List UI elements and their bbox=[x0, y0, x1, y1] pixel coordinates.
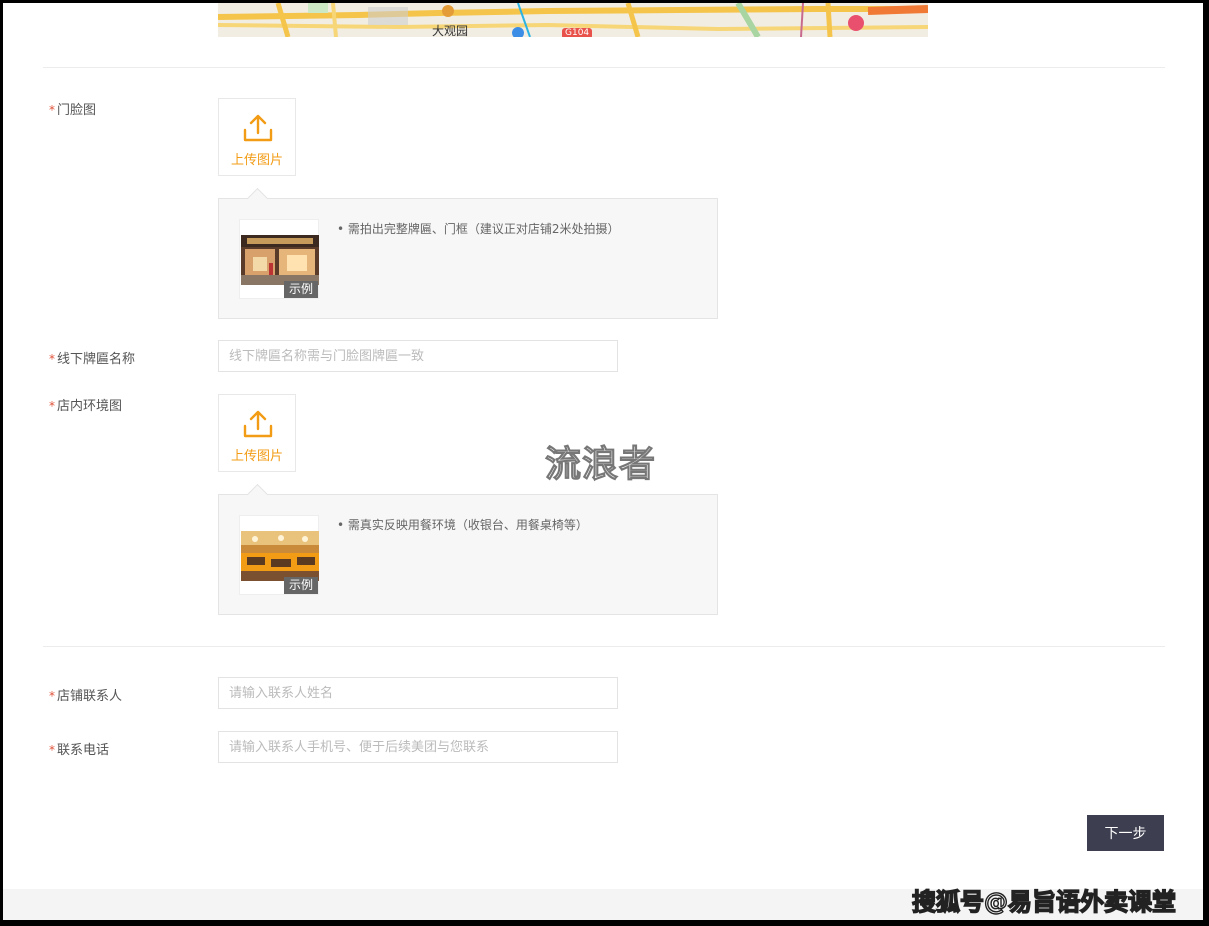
interior-label-text: 店内环境图 bbox=[57, 399, 123, 414]
upload-icon bbox=[243, 410, 273, 438]
interior-tip-box: 示例 • 需真实反映用餐环境（收银台、用餐桌椅等） bbox=[218, 483, 718, 615]
required-mark: * bbox=[49, 103, 55, 117]
storefront-photo bbox=[241, 235, 319, 285]
map-road-badge: G104 bbox=[562, 28, 593, 37]
sample-tag: 示例 bbox=[283, 577, 318, 594]
required-mark: * bbox=[49, 743, 55, 757]
storefront-label-text: 门脸图 bbox=[57, 103, 97, 118]
contact-name-input[interactable] bbox=[218, 677, 618, 709]
upload-label: 上传图片 bbox=[230, 449, 283, 464]
upload-icon bbox=[243, 114, 273, 142]
contact-name-label: * 店铺联系人 bbox=[49, 685, 122, 704]
required-mark: * bbox=[49, 689, 55, 703]
section-divider bbox=[43, 646, 1165, 647]
required-mark: * bbox=[49, 352, 55, 366]
contact-name-label-text: 店铺联系人 bbox=[57, 689, 123, 704]
interior-sample-image[interactable]: 示例 bbox=[239, 515, 319, 595]
interior-label: * 店内环境图 bbox=[49, 395, 122, 414]
storefront-sample-image[interactable]: 示例 bbox=[239, 219, 319, 299]
contact-phone-input[interactable] bbox=[218, 731, 618, 763]
upload-label: 上传图片 bbox=[230, 153, 283, 168]
storefront-tip-box: 示例 • 需拍出完整牌匾、门框（建议正对店铺2米处拍摄） bbox=[218, 187, 718, 319]
sign-name-label: * 线下牌匾名称 bbox=[49, 348, 135, 367]
page-frame: 大观园 G104 * 门脸图 上传图片 示例 • 需拍出完整牌匾、门框（建议正对… bbox=[3, 3, 1203, 920]
sign-name-input[interactable] bbox=[218, 340, 618, 372]
storefront-label: * 门脸图 bbox=[49, 99, 96, 118]
map-preview[interactable]: 大观园 G104 bbox=[218, 3, 928, 37]
next-step-button[interactable]: 下一步 bbox=[1087, 815, 1164, 851]
contact-phone-label-text: 联系电话 bbox=[57, 743, 110, 758]
watermark-corner: 搜狐号@易旨语外卖课堂 bbox=[911, 887, 1176, 916]
sample-tag: 示例 bbox=[283, 281, 318, 298]
section-divider bbox=[43, 67, 1165, 68]
interior-photo bbox=[241, 531, 319, 581]
sign-name-label-text: 线下牌匾名称 bbox=[57, 352, 136, 367]
contact-phone-label: * 联系电话 bbox=[49, 739, 109, 758]
storefront-tip-text: • 需拍出完整牌匾、门框（建议正对店铺2米处拍摄） bbox=[337, 222, 620, 236]
watermark-center: 流浪者 bbox=[544, 444, 657, 486]
storefront-upload-button[interactable]: 上传图片 bbox=[218, 98, 296, 176]
required-mark: * bbox=[49, 399, 55, 413]
map-place-label: 大观园 bbox=[432, 24, 469, 37]
tip-caret bbox=[246, 483, 269, 506]
interior-tip-text: • 需真实反映用餐环境（收银台、用餐桌椅等） bbox=[337, 518, 588, 532]
tip-caret bbox=[246, 187, 269, 210]
interior-upload-button[interactable]: 上传图片 bbox=[218, 394, 296, 472]
